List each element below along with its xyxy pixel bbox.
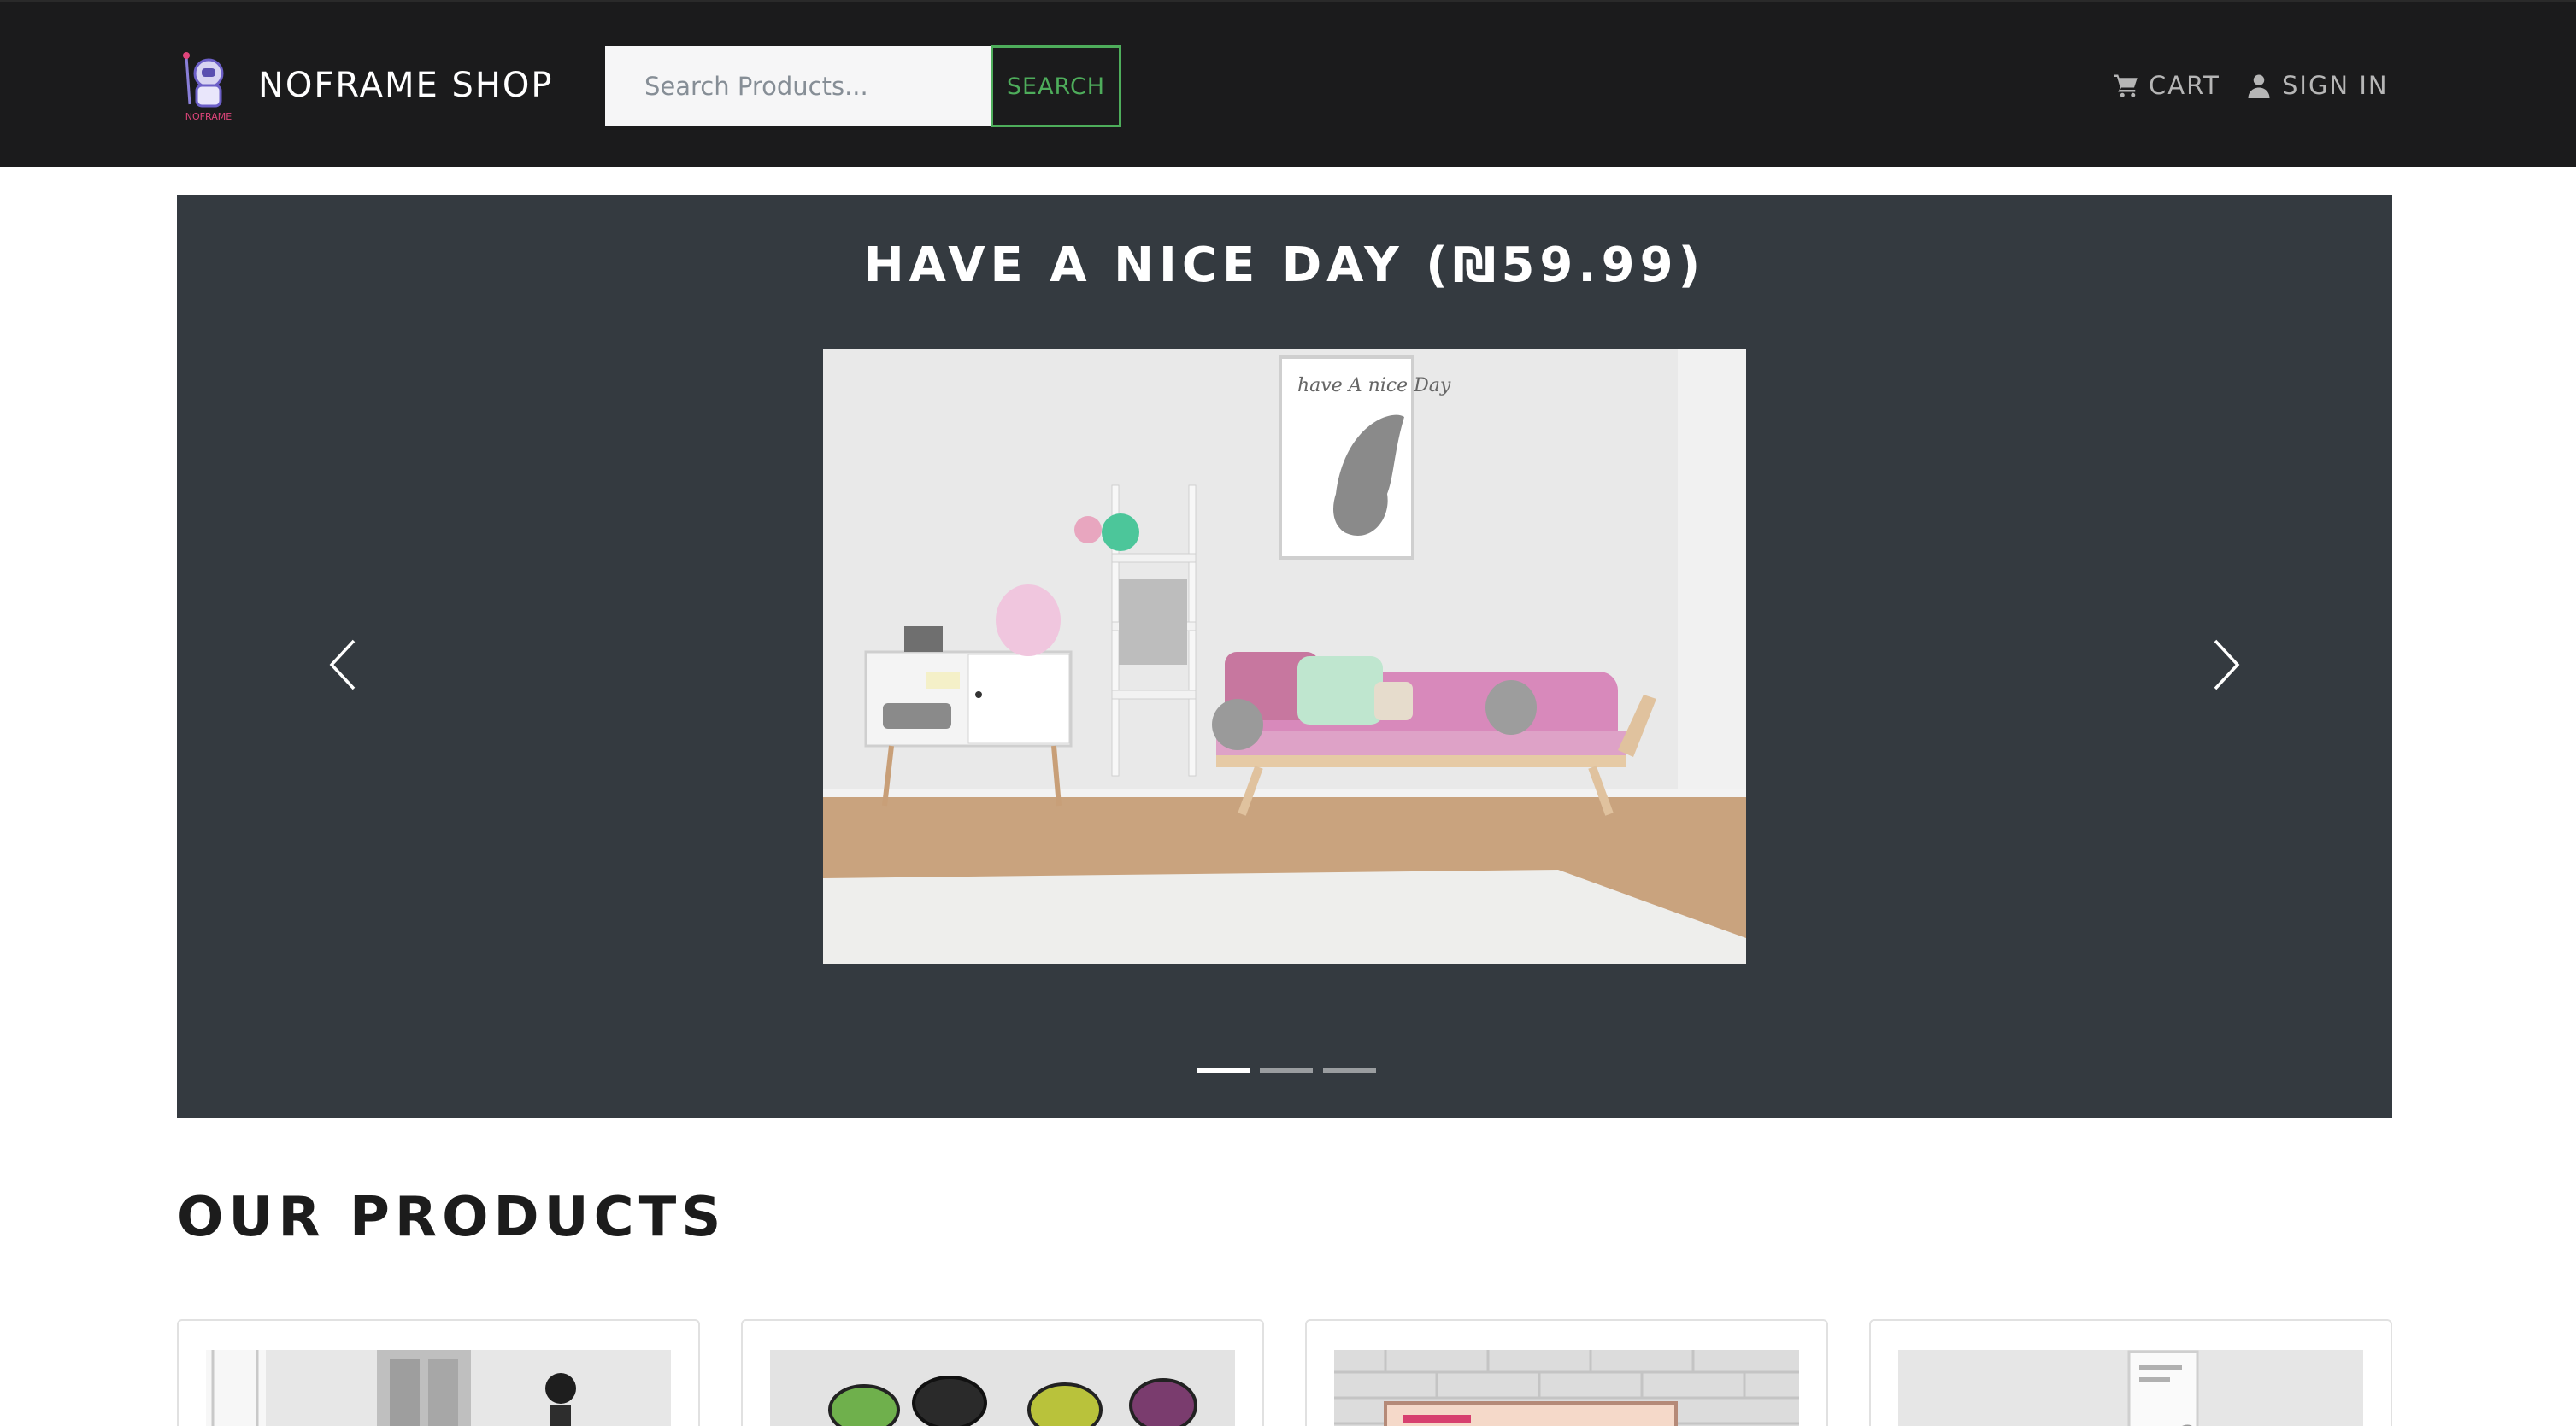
brand-logo-icon: NOFRAME <box>183 52 232 122</box>
carousel-prev-button[interactable] <box>309 622 377 707</box>
search-input[interactable] <box>605 46 991 126</box>
butterfly-poster-image <box>1898 1350 2363 1426</box>
chevron-left-icon <box>329 639 356 690</box>
product-card[interactable] <box>741 1319 1264 1426</box>
navbar: NOFRAME NOFRAME SHOP SEARCH CART SIGN IN <box>0 0 2576 167</box>
carousel-next-button[interactable] <box>2192 622 2261 707</box>
svg-text:NOFRAME: NOFRAME <box>185 111 232 122</box>
products-section-title: OUR PRODUCTS <box>177 1186 726 1249</box>
chevron-right-icon <box>2214 639 2240 690</box>
carousel-indicator-2[interactable] <box>1260 1068 1313 1073</box>
cartoon-stickers-image <box>770 1350 1235 1426</box>
product-thumbnail[interactable] <box>206 1350 671 1426</box>
carousel-indicators <box>1197 1068 1376 1073</box>
sign-on-brick-wall-image <box>1334 1350 1799 1426</box>
product-thumbnail[interactable] <box>1898 1350 2363 1426</box>
product-thumbnail[interactable] <box>770 1350 1235 1426</box>
cart-link[interactable]: CART <box>2113 62 2220 109</box>
carousel-indicator-3[interactable] <box>1323 1068 1376 1073</box>
product-card[interactable] <box>1869 1319 2392 1426</box>
svg-text:have A nice Day: have A nice Day <box>1297 375 1451 396</box>
cart-icon <box>2114 74 2138 97</box>
product-card[interactable] <box>1305 1319 1828 1426</box>
featured-carousel: HAVE A NICE DAY (₪59.99) have A nice Day <box>177 195 2392 1118</box>
room-illustration: have A nice Day <box>823 349 1746 964</box>
brand-link[interactable]: NOFRAME NOFRAME SHOP <box>174 48 554 123</box>
search-button[interactable]: SEARCH <box>991 45 1121 127</box>
sign-in-label: SIGN IN <box>2282 71 2389 100</box>
product-card[interactable] <box>177 1319 700 1426</box>
user-icon <box>2248 74 2270 98</box>
wall-art-room-image <box>206 1350 671 1426</box>
cart-label: CART <box>2149 71 2220 100</box>
sign-in-link[interactable]: SIGN IN <box>2246 62 2389 109</box>
carousel-slide-image[interactable]: have A nice Day <box>823 349 1746 964</box>
brand-name: NOFRAME SHOP <box>258 66 554 105</box>
carousel-indicator-1[interactable] <box>1197 1068 1250 1073</box>
carousel-slide-title[interactable]: HAVE A NICE DAY (₪59.99) <box>177 238 2392 293</box>
product-thumbnail[interactable] <box>1334 1350 1799 1426</box>
